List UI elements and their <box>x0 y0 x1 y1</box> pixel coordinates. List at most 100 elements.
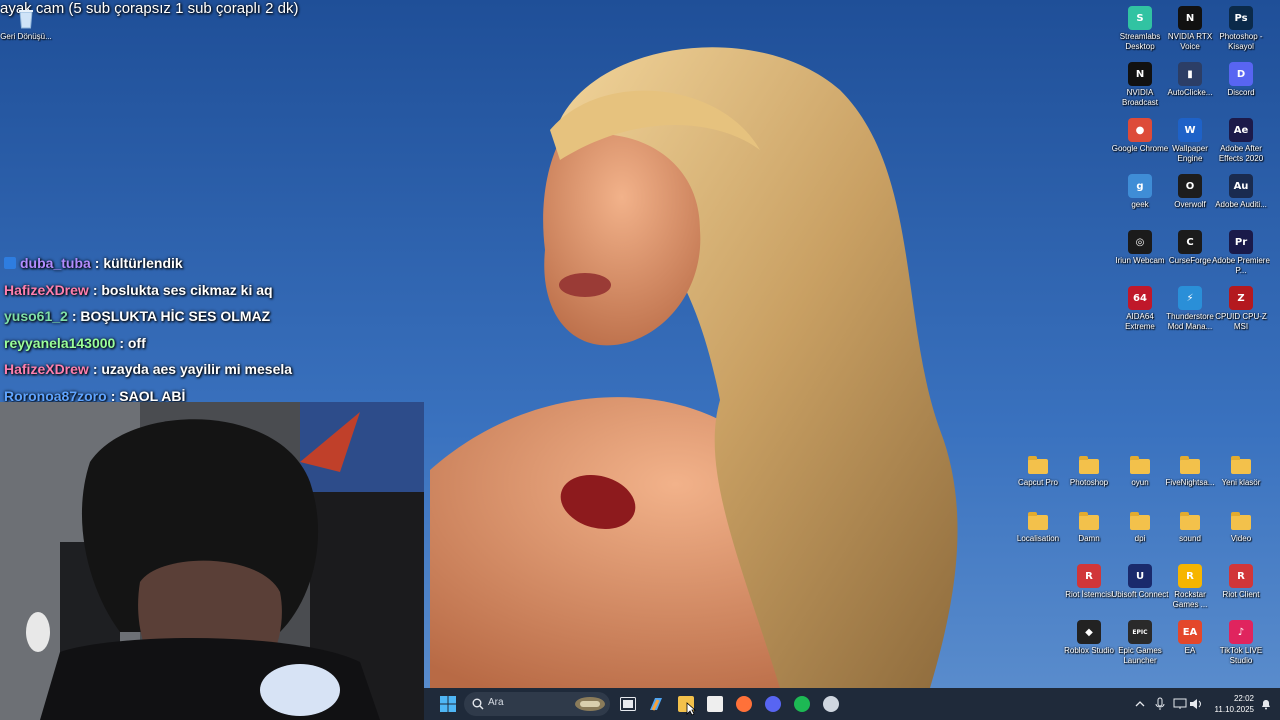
chat-message: HafizeXDrew: boslukta ses cikmaz ki aq <box>4 277 404 304</box>
thunderstore-icon: ⚡ <box>1178 286 1202 310</box>
desktop-shortcut[interactable]: ● Google Chrome <box>1112 118 1168 154</box>
folder-icon <box>1026 452 1050 476</box>
desktop-shortcut[interactable]: W Wallpaper Engine <box>1164 118 1216 164</box>
webcam-feed <box>0 402 424 720</box>
desktop-shortcut[interactable]: ⚡ Thunderstore Mod Mana... <box>1164 286 1216 332</box>
notifications-button[interactable] <box>1254 692 1278 716</box>
chat-message: duba_tuba: kültürlendik <box>4 250 404 277</box>
chat-username: HafizeXDrew <box>4 281 89 298</box>
wallpaper-engine-icon: W <box>1178 118 1202 142</box>
desktop-shortcut[interactable]: ▮ AutoClicke... <box>1164 62 1216 98</box>
desktop-shortcut[interactable]: g geek <box>1114 174 1166 210</box>
desktop-shortcut[interactable]: Yeni klasör <box>1215 452 1267 488</box>
desktop-shortcut[interactable]: Capcut Pro <box>1012 452 1064 488</box>
desktop-shortcut[interactable]: ◆ Roblox Studio <box>1063 620 1115 656</box>
after-effects-icon: Ae <box>1229 118 1253 142</box>
desktop-shortcut-label: Thunderstore Mod Mana... <box>1166 312 1214 331</box>
desktop-shortcut[interactable]: S Streamlabs Desktop <box>1114 6 1166 52</box>
chat-message: HafizeXDrew: uzayda aes yayilir mi mesel… <box>4 356 404 383</box>
windows-icon <box>440 696 456 712</box>
desktop-shortcut[interactable]: sound <box>1164 508 1216 544</box>
desktop-shortcut[interactable]: 64 AIDA64 Extreme <box>1114 286 1166 332</box>
chat-message: yuso61_2: BOŞLUKTA HİC SES OLMAZ <box>4 303 404 330</box>
desktop-shortcut[interactable]: O Overwolf <box>1164 174 1216 210</box>
folder-shape <box>1028 456 1048 474</box>
taskbar-app-button[interactable] <box>732 692 756 716</box>
chat-text: : boslukta ses cikmaz ki aq <box>92 281 273 298</box>
desktop-shortcut[interactable]: Video <box>1215 508 1267 544</box>
taskbar-app-button[interactable] <box>790 692 814 716</box>
notification-bell-icon <box>1262 700 1270 710</box>
chat-text: : kültürlendik <box>94 255 183 272</box>
desktop-shortcut[interactable]: Ae Adobe After Effects 2020 <box>1215 118 1267 164</box>
desktop-shortcut[interactable]: R Riot Client <box>1215 564 1267 600</box>
desktop-shortcut[interactable]: FiveNightsa... <box>1164 452 1216 488</box>
nvidia-rtx-voice-icon: N <box>1178 6 1202 30</box>
geek-icon: g <box>1128 174 1152 198</box>
microphone-icon <box>1155 697 1165 710</box>
folder-shape <box>1180 512 1200 530</box>
folder-shape <box>1231 512 1251 530</box>
desktop-shortcut-label: NVIDIA RTX Voice <box>1167 32 1213 51</box>
audition-icon: Au <box>1229 174 1253 198</box>
recycle-bin-label: Geri Dönüşü... <box>0 32 52 41</box>
taskbar-search[interactable]: Ara <box>464 692 610 716</box>
taskbar-app-button[interactable] <box>761 692 785 716</box>
desktop-shortcut[interactable]: U Ubisoft Connect <box>1112 564 1168 600</box>
desktop-shortcut[interactable]: EPIC Epic Games Launcher <box>1114 620 1166 666</box>
clock[interactable]: 22:02 11.10.2025 <box>1215 693 1254 715</box>
task-view-button[interactable] <box>616 692 640 716</box>
search-highlight-icon <box>575 697 605 711</box>
recycle-bin-icon <box>14 6 38 30</box>
desktop-shortcut[interactable]: Damn <box>1063 508 1115 544</box>
desktop-shortcut[interactable]: Ps Photoshop - Kisayol <box>1215 6 1267 52</box>
folder-icon <box>1077 452 1101 476</box>
copilot-button[interactable] <box>644 692 668 716</box>
folder-shape <box>1130 512 1150 530</box>
discord-icon <box>765 696 781 712</box>
desktop-shortcut[interactable]: C CurseForge <box>1164 230 1216 266</box>
desktop-shortcut[interactable]: EA EA <box>1164 620 1216 656</box>
store-icon <box>707 696 723 712</box>
start-button[interactable] <box>436 692 460 716</box>
volume-button[interactable] <box>1184 692 1208 716</box>
chat-badge-icon <box>4 257 16 270</box>
desktop-shortcut[interactable]: N NVIDIA RTX Voice <box>1164 6 1216 52</box>
desktop-shortcut-label: Riot İstemcisi <box>1065 590 1113 599</box>
desktop-shortcut[interactable]: N NVIDIA Broadcast <box>1114 62 1166 108</box>
aida64-icon: 64 <box>1128 286 1152 310</box>
mouse-cursor-icon <box>686 702 696 716</box>
taskbar-app-button[interactable] <box>819 692 843 716</box>
epic-games-icon: EPIC <box>1128 620 1152 644</box>
desktop-shortcut[interactable]: Pr Adobe Premiere P... <box>1212 230 1270 276</box>
copilot-icon <box>650 698 662 711</box>
recycle-bin[interactable]: Geri Dönüşü... <box>0 6 52 42</box>
desktop-shortcut[interactable]: ◎ Iriun Webcam <box>1114 230 1166 266</box>
desktop-shortcut[interactable]: Photoshop <box>1063 452 1115 488</box>
desktop-shortcut[interactable]: D Discord <box>1215 62 1267 98</box>
desktop-shortcut-label: Wallpaper Engine <box>1172 144 1208 163</box>
search-icon <box>472 698 484 710</box>
desktop-shortcut[interactable]: Localisation <box>1012 508 1064 544</box>
chevron-up-icon <box>1135 701 1145 707</box>
folder-icon <box>1128 452 1152 476</box>
premiere-icon: Pr <box>1229 230 1253 254</box>
desktop-shortcut[interactable]: dpi <box>1114 508 1166 544</box>
desktop-shortcut[interactable]: Z CPUID CPU-Z MSI <box>1215 286 1267 332</box>
riot-client-icon: R <box>1229 564 1253 588</box>
desktop-shortcut[interactable]: R Rockstar Games ... <box>1164 564 1216 610</box>
desktop-shortcut-label: Adobe After Effects 2020 <box>1218 144 1264 163</box>
desktop-shortcut-label: sound <box>1179 534 1201 543</box>
taskbar-app-button[interactable] <box>703 692 727 716</box>
desktop-shortcut[interactable]: Au Adobe Auditi... <box>1215 174 1267 210</box>
desktop-shortcut-label: Photoshop <box>1069 478 1109 487</box>
desktop-shortcut-label: EA <box>1184 646 1196 655</box>
folder-icon <box>1026 508 1050 532</box>
photoshop-icon: Ps <box>1229 6 1253 30</box>
desktop-shortcut[interactable]: R Riot İstemcisi <box>1063 564 1115 600</box>
desktop-shortcut[interactable]: ♪ TikTok LIVE Studio <box>1215 620 1267 666</box>
chrome-icon: ● <box>1128 118 1152 142</box>
desktop-shortcut-label: Riot Client <box>1222 590 1260 599</box>
desktop-shortcut[interactable]: oyun <box>1114 452 1166 488</box>
clock-app-icon <box>823 696 839 712</box>
